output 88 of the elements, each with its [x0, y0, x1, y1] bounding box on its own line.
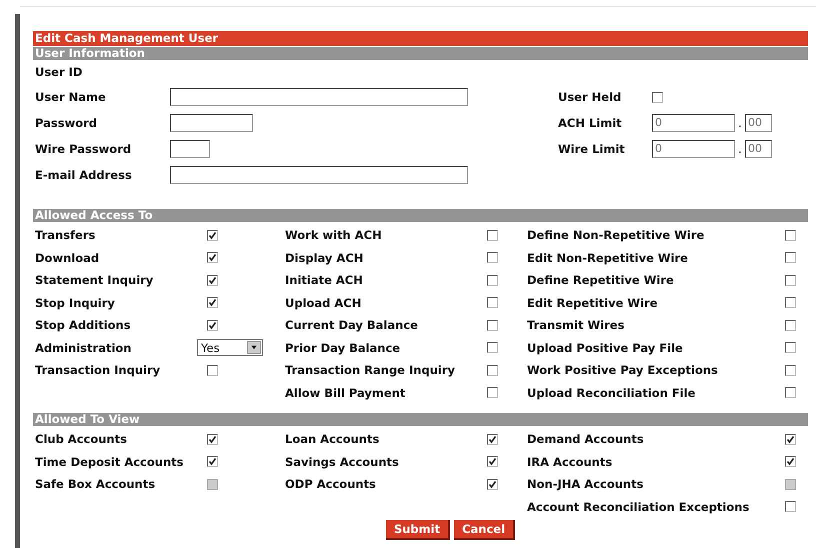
option-label: Prior Day Balance	[285, 340, 402, 355]
checkbox[interactable]	[487, 364, 498, 376]
form-button[interactable]: Cancel	[454, 520, 516, 540]
checkbox[interactable]	[785, 434, 796, 445]
field-label: E-mail Address	[35, 168, 133, 182]
checkbox[interactable]	[487, 230, 498, 241]
decimal-separator: .	[737, 142, 743, 156]
checkbox[interactable]	[207, 320, 218, 331]
checkbox[interactable]	[207, 297, 218, 308]
checkbox[interactable]	[487, 478, 498, 490]
checkbox[interactable]	[785, 456, 796, 468]
checkbox[interactable]	[785, 230, 796, 241]
option-label: Savings Accounts	[285, 454, 400, 469]
dropdown[interactable]: Yes	[197, 339, 263, 356]
option-label: Safe Box Accounts	[35, 477, 156, 492]
option-label: Club Accounts	[35, 432, 128, 446]
option-label: Current Day Balance	[285, 318, 419, 332]
input-field[interactable]	[170, 140, 210, 158]
checkbox[interactable]	[487, 252, 498, 264]
checkbox[interactable]	[785, 252, 796, 264]
section-header: Allowed Access To	[33, 209, 808, 222]
option-label: Display ACH	[285, 250, 364, 265]
checkbox[interactable]	[785, 342, 796, 354]
option-label: Demand Accounts	[527, 432, 645, 446]
checkbox[interactable]	[785, 501, 796, 512]
checkbox[interactable]	[785, 387, 796, 398]
field-label: Wire Password	[35, 142, 132, 156]
checkbox[interactable]	[487, 342, 498, 354]
field-label: Wire Limit	[558, 142, 626, 156]
checkbox[interactable]	[487, 297, 498, 308]
option-label: Transmit Wires	[527, 318, 626, 332]
checkbox[interactable]	[487, 387, 498, 398]
checkbox[interactable]	[207, 230, 218, 241]
decimal-separator: .	[737, 116, 743, 130]
input-field[interactable]: 0	[652, 140, 735, 158]
option-label: Transfers	[35, 228, 96, 242]
option-label: Work with ACH	[285, 228, 383, 242]
checkbox[interactable]	[207, 434, 218, 445]
checkbox[interactable]	[487, 434, 498, 445]
input-field[interactable]: 00	[745, 114, 772, 132]
field-label: ACH Limit	[558, 116, 623, 130]
option-label: Statement Inquiry	[35, 273, 154, 288]
option-label: Transaction Range Inquiry	[285, 363, 456, 378]
option-label: Define Non-Repetitive Wire	[527, 228, 706, 242]
option-label: Non-JHA Accounts	[527, 477, 644, 492]
checkbox[interactable]	[207, 456, 218, 468]
section-header: Allowed To View	[33, 413, 808, 426]
checkbox[interactable]	[487, 320, 498, 331]
input-field[interactable]	[170, 88, 468, 106]
option-label: Stop Additions	[35, 318, 132, 332]
input-field[interactable]: 0	[652, 114, 735, 132]
option-label: Account Reconciliation Exceptions	[527, 500, 750, 514]
option-label: Transaction Inquiry	[35, 363, 162, 378]
checkbox[interactable]	[207, 252, 218, 264]
field-label: Password	[35, 116, 98, 130]
option-label: Upload ACH	[285, 296, 362, 310]
checkbox[interactable]	[487, 456, 498, 468]
form-button[interactable]: Submit	[386, 520, 450, 540]
input-field[interactable]	[170, 166, 468, 184]
option-label: Stop Inquiry	[35, 296, 116, 310]
field-label: User ID	[35, 65, 82, 79]
input-field[interactable]	[170, 114, 253, 132]
option-label: Allow Bill Payment	[285, 386, 406, 400]
checkbox[interactable]	[207, 364, 218, 376]
option-label: Upload Reconciliation File	[527, 386, 696, 400]
option-label: Work Positive Pay Exceptions	[527, 363, 719, 378]
option-label: Upload Positive Pay File	[527, 340, 684, 355]
field-label: User Name	[35, 90, 107, 104]
option-label: IRA Accounts	[527, 454, 614, 469]
option-label: Define Repetitive Wire	[527, 273, 675, 288]
option-label: Time Deposit Accounts	[35, 454, 184, 469]
field-label: User Held	[558, 90, 622, 104]
checkbox[interactable]	[785, 364, 796, 376]
option-label: Edit Non-Repetitive Wire	[527, 250, 689, 265]
option-label: Download	[35, 250, 100, 265]
option-label: Loan Accounts	[285, 432, 380, 446]
input-field[interactable]: 00	[745, 140, 772, 158]
section-header: User Information	[33, 47, 808, 60]
checkbox[interactable]	[652, 92, 663, 102]
checkbox[interactable]	[785, 274, 796, 286]
checkbox[interactable]	[487, 274, 498, 286]
checkbox[interactable]	[785, 320, 796, 331]
option-label: ODP Accounts	[285, 477, 377, 492]
option-label: Edit Repetitive Wire	[527, 296, 658, 310]
option-label: Initiate ACH	[285, 273, 364, 288]
checkbox[interactable]	[785, 297, 796, 308]
checkbox[interactable]	[207, 274, 218, 286]
page-title: Edit Cash Management User	[33, 31, 808, 46]
